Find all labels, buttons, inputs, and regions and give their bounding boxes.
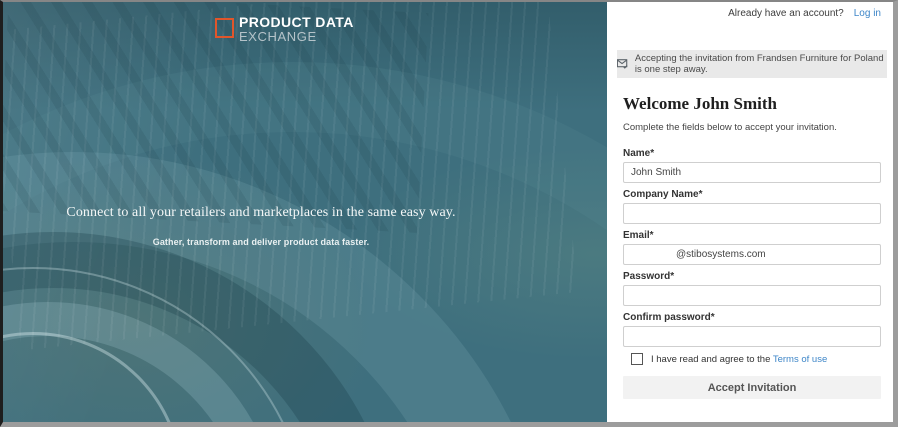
email-input[interactable] (623, 244, 881, 265)
form-fields: Name* Company Name* Email* Password* Con… (623, 148, 881, 347)
accept-invitation-button[interactable]: Accept Invitation (623, 376, 881, 399)
welcome-title: Welcome John Smith (623, 94, 881, 114)
hero-subheadline: Gather, transform and deliver product da… (3, 237, 519, 247)
company-name-label: Company Name* (623, 189, 881, 201)
terms-of-use-link[interactable]: Terms of use (773, 354, 827, 365)
accept-invitation-form: Welcome John Smith Complete the fields b… (623, 78, 881, 399)
hero-image: PRODUCT DATA EXCHANGE Connect to all you… (3, 2, 607, 422)
logo-square-icon (215, 18, 234, 38)
name-field-group: Name* (623, 148, 881, 183)
company-name-field-group: Company Name* (623, 189, 881, 224)
name-input[interactable] (623, 162, 881, 183)
confirm-password-input[interactable] (623, 326, 881, 347)
account-topbar: Already have an account? Log in (728, 8, 881, 19)
confirm-password-label: Confirm password* (623, 312, 881, 324)
confirm-password-field-group: Confirm password* (623, 312, 881, 347)
terms-row: I have read and agree to the Terms of us… (631, 353, 881, 365)
name-label: Name* (623, 148, 881, 160)
terms-checkbox[interactable] (631, 353, 643, 365)
logo-line1: PRODUCT DATA (239, 16, 354, 29)
terms-prefix: I have read and agree to the (651, 354, 770, 365)
mail-check-icon (617, 58, 628, 70)
email-label: Email* (623, 230, 881, 242)
hero-headline: Connect to all your retailers and market… (3, 205, 519, 221)
welcome-subtitle: Complete the fields below to accept your… (623, 122, 881, 134)
password-label: Password* (623, 271, 881, 283)
terms-text: I have read and agree to the Terms of us… (651, 354, 827, 365)
invitation-notice-text: Accepting the invitation from Frandsen F… (635, 53, 887, 75)
password-input[interactable] (623, 285, 881, 306)
logo-text: PRODUCT DATA EXCHANGE (239, 16, 354, 43)
browser-window: PRODUCT DATA EXCHANGE Connect to all you… (0, 0, 898, 427)
logo-line2: EXCHANGE (239, 30, 354, 43)
product-data-exchange-logo: PRODUCT DATA EXCHANGE (215, 16, 354, 43)
email-field-group: Email* (623, 230, 881, 265)
log-in-link[interactable]: Log in (854, 8, 881, 19)
invitation-panel: Already have an account? Log in Acceptin… (607, 2, 893, 422)
password-field-group: Password* (623, 271, 881, 306)
company-name-input[interactable] (623, 203, 881, 224)
account-prompt-text: Already have an account? (728, 8, 844, 19)
invitation-notice-bar: Accepting the invitation from Frandsen F… (617, 50, 887, 78)
